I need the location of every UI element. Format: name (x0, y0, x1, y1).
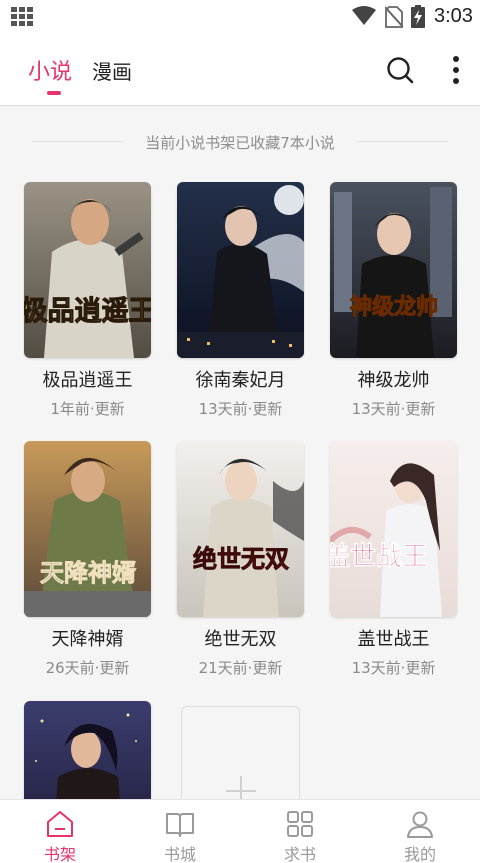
home-icon (47, 811, 73, 837)
book-card[interactable]: 徐南秦妃月 13天前·更新 (177, 182, 304, 419)
book-update-time: 21天前·更新 (198, 659, 283, 677)
book-cover-art: 神级龙帅 (330, 182, 457, 358)
svg-text:绝世无双: 绝世无双 (193, 544, 289, 573)
svg-text:天降神婿: 天降神婿 (40, 558, 136, 587)
book-cover-art: 绝世无双 (177, 441, 304, 617)
apps-grid-icon (11, 7, 33, 26)
nav-label: 书架 (43, 845, 76, 863)
shelf-notice-text: 当前小说书架已收藏7本小说 (145, 134, 335, 152)
shelf-notice: 当前小说书架已收藏7本小说 (0, 128, 480, 158)
book-title: 神级龙帅 (357, 370, 430, 391)
svg-text:极品逍遥王: 极品逍遥王 (24, 296, 151, 327)
battery-charging-icon (411, 5, 425, 28)
nav-label: 求书 (283, 845, 316, 863)
book-cover[interactable] (177, 182, 304, 358)
book-cover-art: 极品逍遥王 (24, 182, 151, 358)
book-card[interactable]: 盖世战王 盖世战王 13天前·更新 (330, 441, 457, 678)
book-card[interactable]: 极品逍遥王 极品逍遥王 1年前·更新 (24, 182, 151, 419)
nav-bookshelf[interactable]: 书架 (0, 800, 120, 863)
book-title: 天降神婿 (51, 629, 124, 650)
active-tab-indicator (47, 91, 61, 95)
tab-comic[interactable]: 漫画 (92, 56, 132, 85)
wifi-icon (352, 6, 376, 25)
nav-label: 我的 (403, 845, 436, 863)
more-vertical-icon[interactable] (444, 54, 468, 86)
book-update-time: 26天前·更新 (45, 659, 130, 677)
grid-icon (287, 811, 313, 837)
status-bar: 3:03 (0, 0, 480, 34)
nav-request-book[interactable]: 求书 (240, 800, 360, 863)
app-header: 小说 漫画 (0, 34, 480, 106)
svg-text:神级龙帅: 神级龙帅 (350, 294, 438, 320)
book-card[interactable]: 天降神婿 天降神婿 26天前·更新 (24, 441, 151, 678)
nav-bookstore[interactable]: 书城 (120, 800, 240, 863)
book-title: 徐南秦妃月 (195, 370, 286, 391)
book-cover[interactable]: 绝世无双 (177, 441, 304, 617)
book-cover[interactable]: 天降神婿 (24, 441, 151, 617)
no-sim-icon (385, 6, 403, 28)
book-title: 盖世战王 (357, 629, 430, 650)
book-update-time: 13天前·更新 (351, 400, 436, 418)
user-icon (407, 811, 433, 838)
book-cover[interactable]: 盖世战王 (330, 441, 457, 617)
bottom-nav: 书架 书城 求书 我的 (0, 799, 480, 863)
nav-profile[interactable]: 我的 (360, 800, 480, 863)
book-update-time: 13天前·更新 (198, 400, 283, 418)
book-update-time: 1年前·更新 (50, 400, 125, 418)
divider-right (358, 141, 448, 142)
book-cover[interactable]: 神级龙帅 (330, 182, 457, 358)
book-update-time: 13天前·更新 (351, 659, 436, 677)
book-title: 绝世无双 (204, 629, 277, 650)
book-title: 极品逍遥王 (42, 370, 133, 391)
search-icon[interactable] (386, 56, 414, 84)
book-cover-art: 天降神婿 (24, 441, 151, 617)
status-clock: 3:03 (434, 5, 473, 27)
book-cover-art: 盖世战王 (330, 441, 457, 617)
book-card[interactable]: 神级龙帅 神级龙帅 13天前·更新 (330, 182, 457, 419)
book-open-icon (166, 813, 194, 837)
book-cover[interactable]: 极品逍遥王 (24, 182, 151, 358)
tab-novel[interactable]: 小说 (28, 54, 72, 86)
nav-label: 书城 (163, 845, 196, 863)
svg-text:盖世战王: 盖世战王 (330, 541, 428, 572)
book-cover-art (177, 182, 304, 358)
book-card[interactable]: 绝世无双 绝世无双 21天前·更新 (177, 441, 304, 678)
